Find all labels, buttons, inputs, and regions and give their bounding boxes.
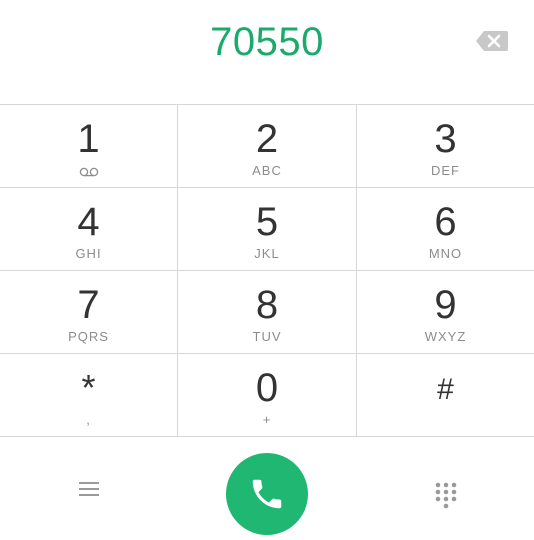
- voicemail-icon: [0, 163, 177, 179]
- key-letters: +: [262, 412, 272, 427]
- key-digit: 9: [434, 283, 457, 327]
- key-4[interactable]: 4 GHI: [0, 188, 177, 270]
- key-hash[interactable]: #: [357, 354, 534, 436]
- phone-icon: [252, 479, 282, 509]
- dialpad-icon: [435, 482, 457, 509]
- key-7[interactable]: 7 PQRS: [0, 271, 177, 353]
- key-6[interactable]: 6 MNO: [357, 188, 534, 270]
- key-letters: MNO: [428, 246, 463, 261]
- key-5[interactable]: 5 JKL: [178, 188, 356, 270]
- menu-button[interactable]: [74, 477, 104, 501]
- key-0[interactable]: 0 +: [178, 354, 356, 436]
- number-display: 70550: [0, 0, 534, 104]
- call-button[interactable]: [226, 453, 308, 535]
- key-letters: WXYZ: [424, 329, 467, 344]
- key-letters: JKL: [254, 246, 280, 261]
- key-digit: 1: [77, 117, 100, 161]
- key-letters: ,: [86, 412, 91, 427]
- key-digit: 2: [255, 117, 279, 161]
- key-8[interactable]: 8 TUV: [178, 271, 356, 353]
- key-letters: TUV: [252, 329, 282, 344]
- bottom-bar: [0, 437, 534, 540]
- key-star[interactable]: * ,: [0, 354, 177, 436]
- key-1[interactable]: 1: [0, 105, 177, 187]
- key-3[interactable]: 3 DEF: [357, 105, 534, 187]
- key-digit: 5: [255, 200, 279, 244]
- key-digit: 0: [255, 366, 279, 410]
- key-9[interactable]: 9 WXYZ: [357, 271, 534, 353]
- dialed-number: 70550: [210, 20, 324, 64]
- dialpad-button[interactable]: [432, 481, 460, 511]
- key-digit: 4: [77, 200, 100, 244]
- backspace-button[interactable]: [472, 26, 512, 56]
- keypad: 1 2 ABC 3 DEF 4 GHI 5 JKL 6 MNO 7 PQRS 8…: [0, 104, 534, 437]
- key-digit: *: [81, 367, 96, 408]
- key-digit: #: [437, 373, 454, 406]
- key-digit: 8: [255, 283, 279, 327]
- key-letters: PQRS: [68, 329, 109, 344]
- backspace-icon: [476, 31, 508, 51]
- key-digit: 3: [434, 117, 457, 161]
- menu-icon: [79, 482, 99, 496]
- key-digit: 6: [434, 200, 457, 244]
- key-2[interactable]: 2 ABC: [178, 105, 356, 187]
- key-digit: 7: [77, 283, 100, 327]
- key-letters: ABC: [252, 163, 282, 178]
- key-letters: GHI: [75, 246, 102, 261]
- key-letters: DEF: [431, 163, 460, 178]
